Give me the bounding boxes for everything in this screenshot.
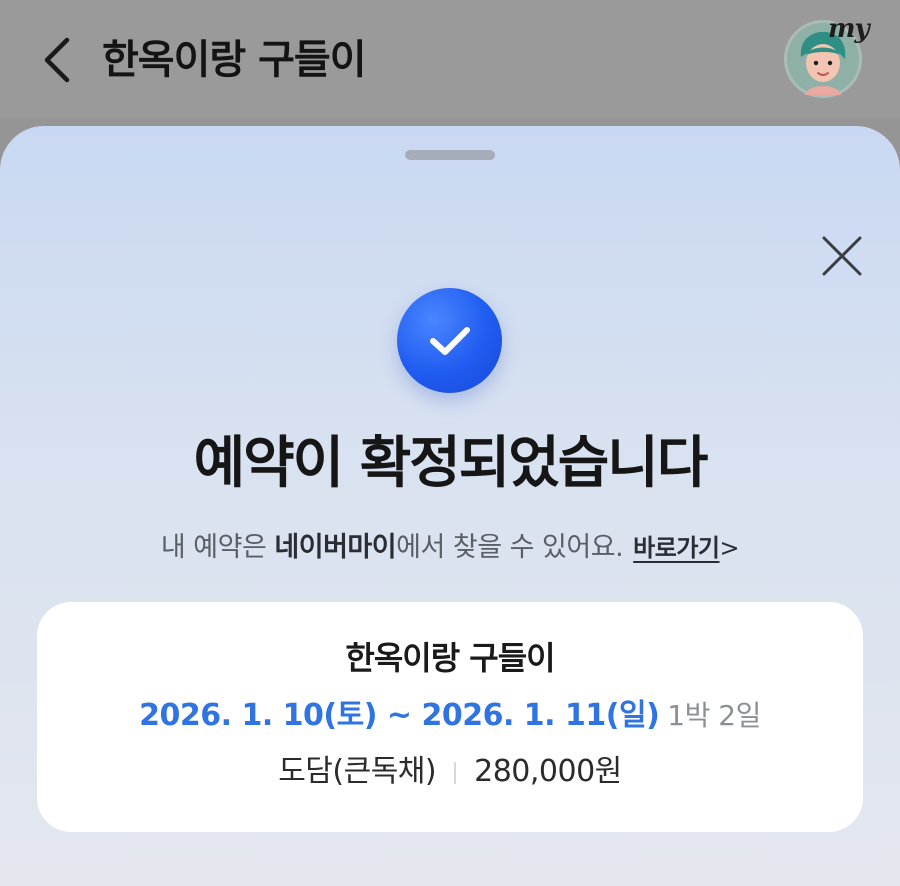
confirmation-sheet: 예약이 확정되었습니다 내 예약은 네이버마이에서 찾을 수 있어요. 바로가기>… (0, 126, 900, 886)
confirmation-headline: 예약이 확정되었습니다 (193, 431, 709, 496)
stay-length: 1박 2일 (667, 699, 761, 732)
close-button[interactable] (818, 232, 866, 280)
date-range: 2026. 1. 10(토) ~ 2026. 1. 11(일) (139, 698, 660, 733)
back-button[interactable] (34, 30, 78, 90)
avatar-my-label: my (828, 14, 870, 44)
subtext-suffix: 에서 찾을 수 있어요. (396, 532, 624, 563)
chevron-left-icon (44, 37, 70, 83)
chevron-right-icon[interactable]: > (720, 534, 740, 562)
room-and-price: 도담(큰독채) 280,000원 (37, 748, 863, 796)
confirmed-badge (397, 288, 502, 393)
confirmation-subtext: 내 예약은 네이버마이에서 찾을 수 있어요. 바로가기> (0, 524, 900, 572)
lodging-name: 한옥이랑 구들이 (345, 639, 555, 677)
reservation-summary-card: 한옥이랑 구들이 2026. 1. 10(토) ~ 2026. 1. 11(일)… (37, 602, 863, 832)
close-icon (822, 236, 862, 276)
go-to-naver-my-link[interactable]: 바로가기 (633, 534, 720, 562)
top-app-bar: 한옥이랑 구들이 my (0, 0, 900, 118)
subtext-service-name: 네이버마이 (274, 532, 397, 563)
sheet-drag-handle[interactable] (405, 150, 495, 160)
check-icon (429, 326, 470, 355)
divider (454, 761, 457, 784)
page-title: 한옥이랑 구들이 (102, 37, 367, 83)
stay-dates: 2026. 1. 10(토) ~ 2026. 1. 11(일) 1박 2일 (37, 692, 863, 740)
subtext-prefix: 내 예약은 (160, 532, 275, 563)
room-name: 도담(큰독채) (278, 754, 437, 789)
total-price: 280,000원 (474, 754, 622, 789)
